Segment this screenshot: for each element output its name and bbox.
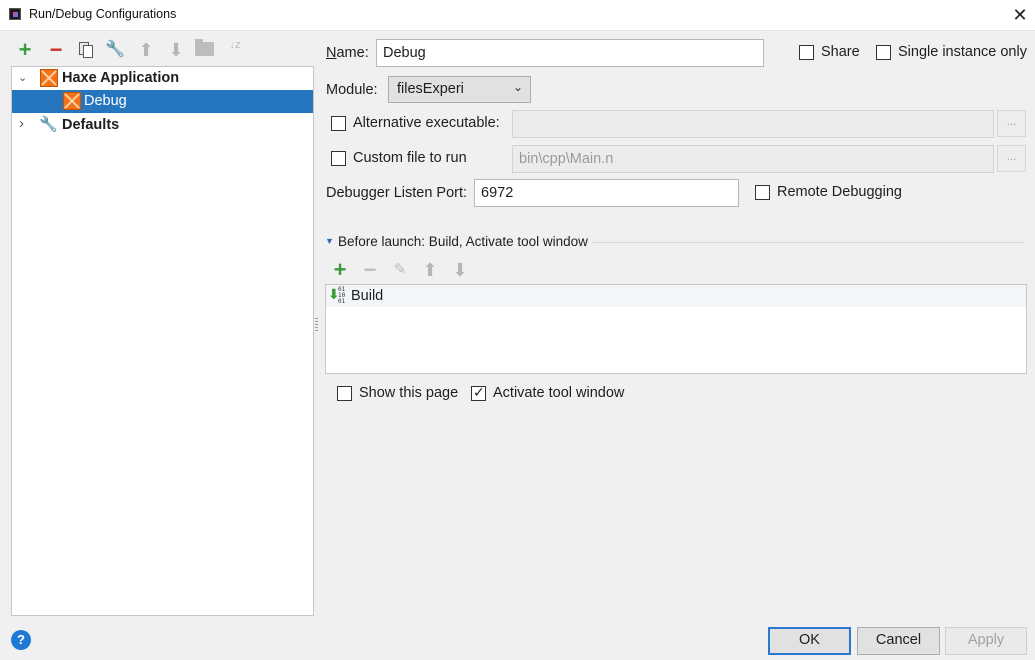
name-field[interactable]: Debug — [376, 39, 764, 67]
section-divider — [592, 242, 1025, 243]
before-launch-title[interactable]: Before launch: Build, Activate tool wind… — [338, 234, 588, 249]
haxe-icon — [63, 92, 81, 110]
custom-file-field[interactable]: bin\cpp\Main.n — [512, 145, 994, 173]
remove-task-icon[interactable]: − — [360, 259, 380, 281]
list-item[interactable]: ⬇ 01 10 01 Build — [326, 285, 1026, 307]
collapse-arrow-icon[interactable]: ▼ — [325, 236, 334, 246]
tree-item-haxe-application[interactable]: ⌄ Haxe Application — [12, 67, 313, 90]
share-checkbox[interactable] — [799, 45, 814, 60]
configurations-tree[interactable]: ⌄ Haxe Application Debug › 🔧 Defaults — [11, 66, 314, 616]
move-up-icon[interactable]: ⬆ — [136, 40, 156, 60]
chevron-right-icon[interactable]: › — [19, 115, 29, 132]
custom-file-label[interactable]: Custom file to run — [353, 150, 467, 166]
module-selected-value: filesExperi — [397, 81, 464, 97]
alternative-executable-label[interactable]: Alternative executable: — [353, 115, 500, 131]
single-instance-label[interactable]: Single instance only — [898, 44, 1027, 60]
intellij-app-icon — [9, 8, 21, 20]
remove-configuration-icon[interactable]: − — [46, 39, 66, 61]
title-bar: Run/Debug Configurations ✕ — [0, 0, 1035, 31]
help-icon[interactable]: ? — [11, 630, 31, 650]
before-launch-task-list[interactable]: ⬇ 01 10 01 Build — [325, 284, 1027, 374]
alternative-executable-field[interactable] — [512, 110, 994, 138]
single-instance-checkbox[interactable] — [876, 45, 891, 60]
show-this-page-label[interactable]: Show this page — [359, 385, 458, 401]
chevron-down-icon[interactable]: ⌄ — [18, 71, 28, 85]
add-configuration-icon[interactable]: + — [15, 39, 35, 61]
wrench-icon: 🔧 — [39, 116, 58, 133]
move-task-down-icon[interactable]: ⬇ — [450, 260, 470, 280]
build-icon: ⬇ 01 10 01 — [328, 286, 346, 305]
task-label: Build — [351, 288, 384, 304]
close-icon[interactable]: ✕ — [1008, 3, 1032, 27]
add-task-icon[interactable]: + — [330, 259, 350, 281]
ok-button[interactable]: OK — [768, 627, 851, 655]
debugger-port-field[interactable]: 6972 — [474, 179, 739, 207]
tree-item-label: Haxe Application — [62, 70, 180, 86]
move-down-icon[interactable]: ⬇ — [166, 40, 186, 60]
tree-item-debug[interactable]: Debug — [12, 90, 313, 113]
tree-item-label: Defaults — [62, 117, 120, 133]
cancel-button[interactable]: Cancel — [857, 627, 940, 655]
activate-tool-window-label[interactable]: Activate tool window — [493, 385, 624, 401]
name-label: Name: — [326, 45, 369, 61]
edit-defaults-icon[interactable]: 🔧 — [105, 40, 125, 60]
tree-item-label: Debug — [84, 93, 127, 109]
apply-button[interactable]: Apply — [945, 627, 1027, 655]
alternative-executable-browse-button[interactable]: ... — [997, 110, 1026, 137]
copy-configuration-icon[interactable] — [76, 40, 96, 60]
edit-task-icon[interactable]: ✎ — [390, 260, 410, 280]
folder-icon[interactable] — [195, 39, 214, 56]
debugger-port-label: Debugger Listen Port: — [326, 185, 468, 201]
haxe-icon — [40, 69, 58, 87]
custom-file-browse-button[interactable]: ... — [997, 145, 1026, 172]
alternative-executable-checkbox[interactable] — [331, 116, 346, 131]
module-select[interactable]: filesExperi ⌄ — [388, 76, 531, 103]
remote-debugging-label[interactable]: Remote Debugging — [777, 184, 902, 200]
chevron-down-icon: ⌄ — [512, 80, 523, 94]
share-label[interactable]: Share — [821, 44, 860, 60]
tree-item-defaults[interactable]: › 🔧 Defaults — [12, 114, 313, 137]
move-task-up-icon[interactable]: ⬆ — [420, 260, 440, 280]
custom-file-checkbox[interactable] — [331, 151, 346, 166]
splitter-handle[interactable] — [315, 318, 318, 332]
activate-tool-window-checkbox[interactable] — [471, 384, 486, 401]
sort-icon[interactable]: ↓z — [225, 40, 245, 60]
show-this-page-checkbox[interactable] — [337, 386, 352, 401]
module-label: Module: — [326, 82, 378, 98]
remote-debugging-checkbox[interactable] — [755, 185, 770, 200]
window-title: Run/Debug Configurations — [29, 7, 177, 21]
